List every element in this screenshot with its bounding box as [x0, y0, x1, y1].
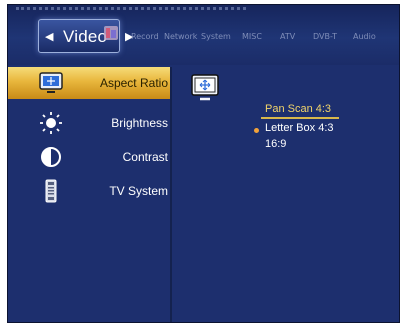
tab-audio[interactable]: Audio — [353, 32, 376, 41]
selected-bullet-icon — [254, 128, 259, 133]
tab-dvbt[interactable]: DVB-T — [313, 32, 337, 41]
tab-system[interactable]: System — [201, 32, 231, 41]
option-16-9[interactable]: 16:9 — [265, 138, 286, 150]
top-tab-bar: ◀ Video ▶ Record Network System MISC ATV… — [8, 5, 399, 65]
tv-settings-screen: ◀ Video ▶ Record Network System MISC ATV… — [7, 4, 400, 323]
option-label: Pan Scan 4:3 — [265, 103, 332, 115]
remote-icon — [45, 179, 57, 203]
menu-item-label: Contrast — [122, 150, 168, 164]
option-label: Letter Box 4:3 — [265, 122, 334, 134]
menu-item-tv-system[interactable]: TV System — [8, 175, 170, 207]
menu-item-brightness[interactable]: Brightness — [8, 107, 170, 139]
tab-network[interactable]: Network — [164, 32, 197, 41]
decorative-dots — [16, 7, 246, 13]
option-letter-box[interactable]: Letter Box 4:3 — [265, 122, 334, 134]
left-arrow-icon[interactable]: ◀ — [45, 30, 53, 43]
menu-item-contrast[interactable]: Contrast — [8, 141, 170, 173]
tab-misc[interactable]: MISC — [242, 32, 262, 41]
aspect-ratio-preview-icon — [191, 74, 219, 101]
option-label: 16:9 — [265, 138, 287, 150]
tab-record[interactable]: Record — [131, 32, 159, 41]
monitor-icon — [39, 72, 63, 93]
option-underline — [261, 117, 339, 119]
current-tab-label: Video — [63, 27, 108, 46]
settings-menu: Aspect Ratio Brightness Contrast TV Syst… — [8, 67, 170, 322]
menu-item-label: Brightness — [111, 116, 168, 130]
contrast-icon — [41, 147, 61, 167]
panel-divider — [170, 67, 172, 322]
tab-atv[interactable]: ATV — [280, 32, 295, 41]
menu-item-label: TV System — [109, 184, 168, 198]
sun-icon — [40, 112, 62, 134]
menu-item-aspect-ratio[interactable]: Aspect Ratio — [8, 67, 170, 99]
current-tab-video[interactable]: ◀ Video ▶ — [38, 19, 133, 53]
menu-item-label: Aspect Ratio — [99, 76, 168, 90]
video-tab-icon — [104, 26, 118, 40]
option-pan-scan[interactable]: Pan Scan 4:3 — [261, 103, 339, 119]
